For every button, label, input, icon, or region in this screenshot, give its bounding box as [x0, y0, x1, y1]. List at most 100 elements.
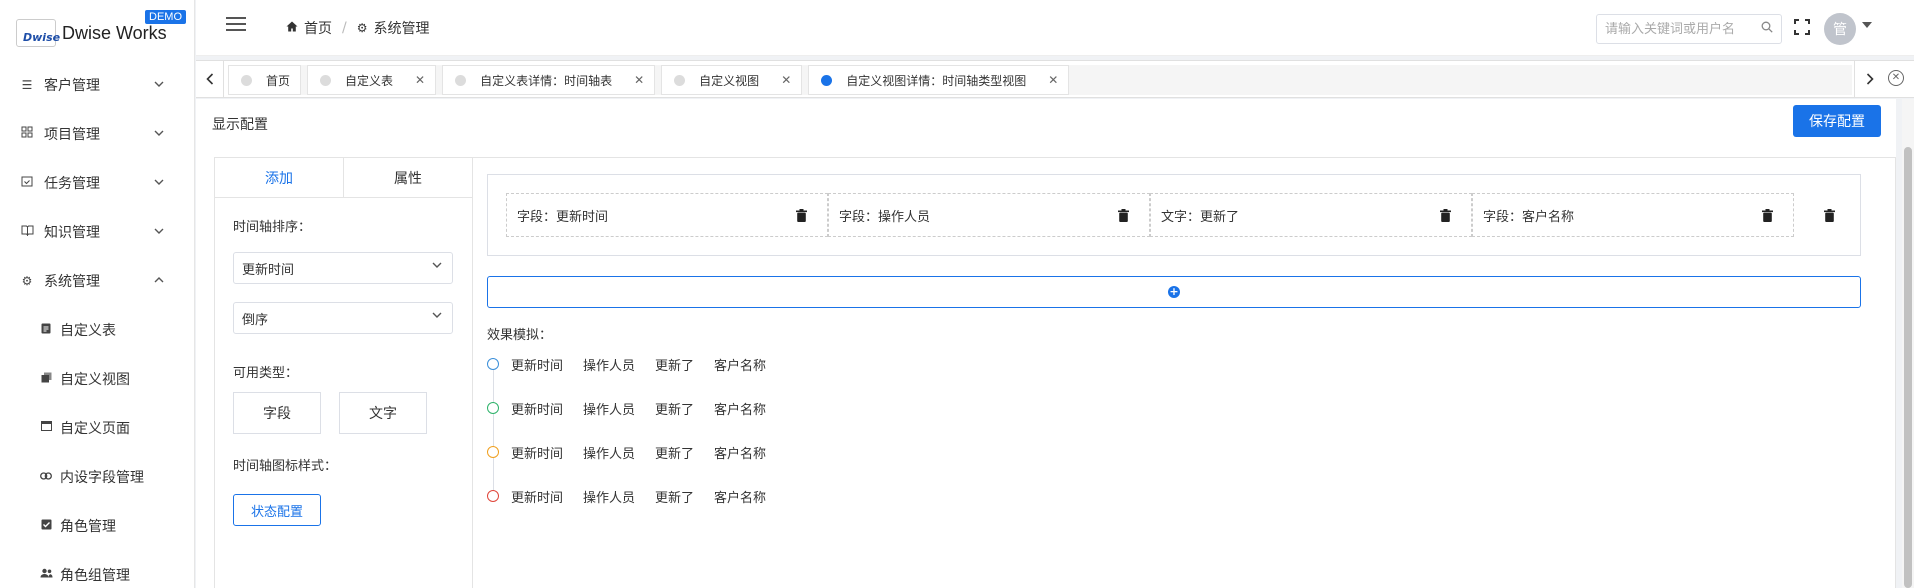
- brand-name: Dwise Works: [62, 22, 167, 43]
- tab-custom-view[interactable]: 自定义视图 ✕: [661, 65, 803, 95]
- tab-status-dot: [821, 74, 833, 86]
- close-icon[interactable]: ✕: [634, 73, 644, 87]
- sidebar-item-label: 自定义表: [60, 322, 116, 339]
- tab-home[interactable]: 首页: [228, 65, 302, 95]
- trash-icon[interactable]: [1824, 209, 1835, 222]
- timeline-dot-icon: [487, 446, 499, 458]
- sidebar-item-customers[interactable]: ☰ 客户管理: [0, 60, 194, 109]
- scrollbar[interactable]: [1902, 99, 1914, 588]
- add-text-type-button[interactable]: 文字: [339, 392, 427, 434]
- sidebar-subitem-custom-table[interactable]: 自定义表: [0, 305, 194, 354]
- search-box: [1596, 14, 1782, 44]
- tab-status-dot: [455, 74, 467, 86]
- trash-icon[interactable]: [1762, 209, 1773, 222]
- effect-preview-label: 效果模拟：: [487, 328, 553, 343]
- timeline-dot-icon: [487, 490, 499, 502]
- caret-down-icon[interactable]: [1862, 22, 1872, 28]
- chevron-down-icon: [432, 260, 442, 271]
- field-item[interactable]: 文字：更新了: [1150, 193, 1472, 237]
- tabs-bar: 首页 自定义表 ✕ 自定义表详情：时间轴表 ✕ 自定义视图 ✕ 自定义视图详情：…: [196, 60, 1914, 98]
- tab-add[interactable]: 添加: [215, 158, 344, 197]
- hamburger-menu-icon[interactable]: [226, 17, 246, 33]
- timeline-dot-icon: [487, 402, 499, 414]
- chevron-down-icon: [154, 128, 164, 139]
- trash-icon[interactable]: [796, 209, 807, 222]
- logo[interactable]: Dwise Dwise Works DEMO: [0, 0, 194, 60]
- field-item[interactable]: 字段：操作人员: [828, 193, 1150, 237]
- panel-tabs: 添加 属性: [215, 158, 472, 198]
- window-icon: [40, 421, 52, 434]
- close-all-tabs-icon[interactable]: ✕: [1888, 70, 1904, 86]
- sidebar-item-knowledge[interactable]: 知识管理: [0, 207, 194, 256]
- logo-mark: Dwise: [16, 19, 60, 47]
- sidebar-subitem-role-groups[interactable]: 角色组管理: [0, 550, 194, 588]
- select-value: 倒序: [242, 312, 269, 328]
- tab-custom-table[interactable]: 自定义表 ✕: [307, 65, 437, 95]
- link-icon: [40, 470, 52, 483]
- grid-icon: [20, 126, 34, 141]
- calendar-check-icon: [20, 175, 34, 190]
- timeline-row: 更新时间 操作人员 更新了 客户名称: [487, 442, 786, 462]
- add-field-button[interactable]: +: [487, 276, 1861, 308]
- close-icon[interactable]: ✕: [781, 73, 791, 87]
- sidebar-item-tasks[interactable]: 任务管理: [0, 158, 194, 207]
- select-value: 更新时间: [242, 262, 295, 278]
- sidebar-subitem-roles[interactable]: 角色管理: [0, 501, 194, 550]
- tab-label: 自定义表: [345, 73, 394, 88]
- sidebar-item-projects[interactable]: 项目管理: [0, 109, 194, 158]
- right-preview-panel: 字段：更新时间 字段：操作人员 文字：更新了 字段：客户名称 + 效果模拟： 更…: [472, 157, 1896, 588]
- avatar[interactable]: 管: [1824, 13, 1856, 45]
- sidebar-subitem-custom-view[interactable]: 自定义视图: [0, 354, 194, 403]
- sidebar-subitem-custom-page[interactable]: 自定义页面: [0, 403, 194, 452]
- sidebar: Dwise Dwise Works DEMO ☰ 客户管理 项目管理 任务管理 …: [0, 0, 195, 588]
- breadcrumb-home[interactable]: 首页: [304, 18, 332, 38]
- fullscreen-icon[interactable]: [1794, 19, 1810, 35]
- sort-field-select[interactable]: 更新时间: [233, 252, 453, 284]
- trash-icon[interactable]: [1440, 209, 1451, 222]
- sort-order-select[interactable]: 倒序: [233, 302, 453, 334]
- close-icon[interactable]: ✕: [415, 73, 425, 87]
- tabs-scroll-right-icon[interactable]: [1854, 61, 1884, 97]
- sidebar-item-system[interactable]: ⚙ 系统管理: [0, 256, 194, 305]
- tab-label: 首页: [266, 73, 291, 88]
- search-icon[interactable]: [1761, 21, 1773, 36]
- tab-status-dot: [674, 74, 686, 86]
- save-config-button[interactable]: 保存配置: [1793, 105, 1881, 137]
- sidebar-item-label: 角色管理: [60, 518, 116, 535]
- sidebar-item-label: 任务管理: [44, 175, 100, 192]
- sidebar-subitem-builtin-fields[interactable]: 内设字段管理: [0, 452, 194, 501]
- main-content: 显示配置 保存配置 添加 属性 时间轴排序： 更新时间 倒序 可用类型： 字段 …: [196, 99, 1896, 588]
- field-item[interactable]: 字段：客户名称: [1472, 193, 1794, 237]
- sort-label: 时间轴排序：: [233, 220, 312, 235]
- close-icon[interactable]: ✕: [1048, 73, 1058, 87]
- chevron-down-icon: [154, 177, 164, 188]
- trash-icon[interactable]: [1118, 209, 1129, 222]
- tab-custom-table-detail[interactable]: 自定义表详情：时间轴表 ✕: [442, 65, 656, 95]
- tabs-scroll-left-icon[interactable]: [196, 61, 224, 97]
- users-icon: [40, 568, 53, 581]
- breadcrumb: 首页 / ⚙ 系统管理: [286, 18, 429, 38]
- field-item[interactable]: 字段：更新时间: [506, 193, 828, 237]
- book-icon: [20, 225, 34, 239]
- timeline-line: [493, 366, 494, 494]
- scrollbar-thumb[interactable]: [1904, 147, 1912, 588]
- tab-label: 自定义视图详情：时间轴类型视图: [846, 73, 1027, 88]
- timeline-row: 更新时间 操作人员 更新了 客户名称: [487, 398, 786, 418]
- icon-style-label: 时间轴图标样式：: [233, 459, 338, 474]
- add-field-type-button[interactable]: 字段: [233, 392, 321, 434]
- plus-circle-icon: +: [1168, 285, 1180, 298]
- status-config-button[interactable]: 状态配置: [233, 494, 321, 526]
- chevron-up-icon: [154, 275, 164, 286]
- sidebar-item-label: 知识管理: [44, 224, 100, 241]
- tab-properties[interactable]: 属性: [344, 158, 472, 197]
- gear-icon: ⚙: [21, 273, 33, 288]
- search-input[interactable]: [1605, 21, 1755, 37]
- chevron-down-icon: [154, 79, 164, 90]
- sidebar-item-label: 项目管理: [44, 126, 100, 143]
- tab-custom-view-detail[interactable]: 自定义视图详情：时间轴类型视图 ✕: [808, 65, 1070, 95]
- checkbox-icon: [40, 519, 52, 533]
- tab-label: 自定义视图: [699, 73, 760, 88]
- timeline-preview: 更新时间 操作人员 更新了 客户名称 更新时间 操作人员 更新了 客户名称 更新…: [487, 354, 887, 514]
- sidebar-item-label: 系统管理: [44, 273, 100, 290]
- layers-icon: [40, 372, 52, 386]
